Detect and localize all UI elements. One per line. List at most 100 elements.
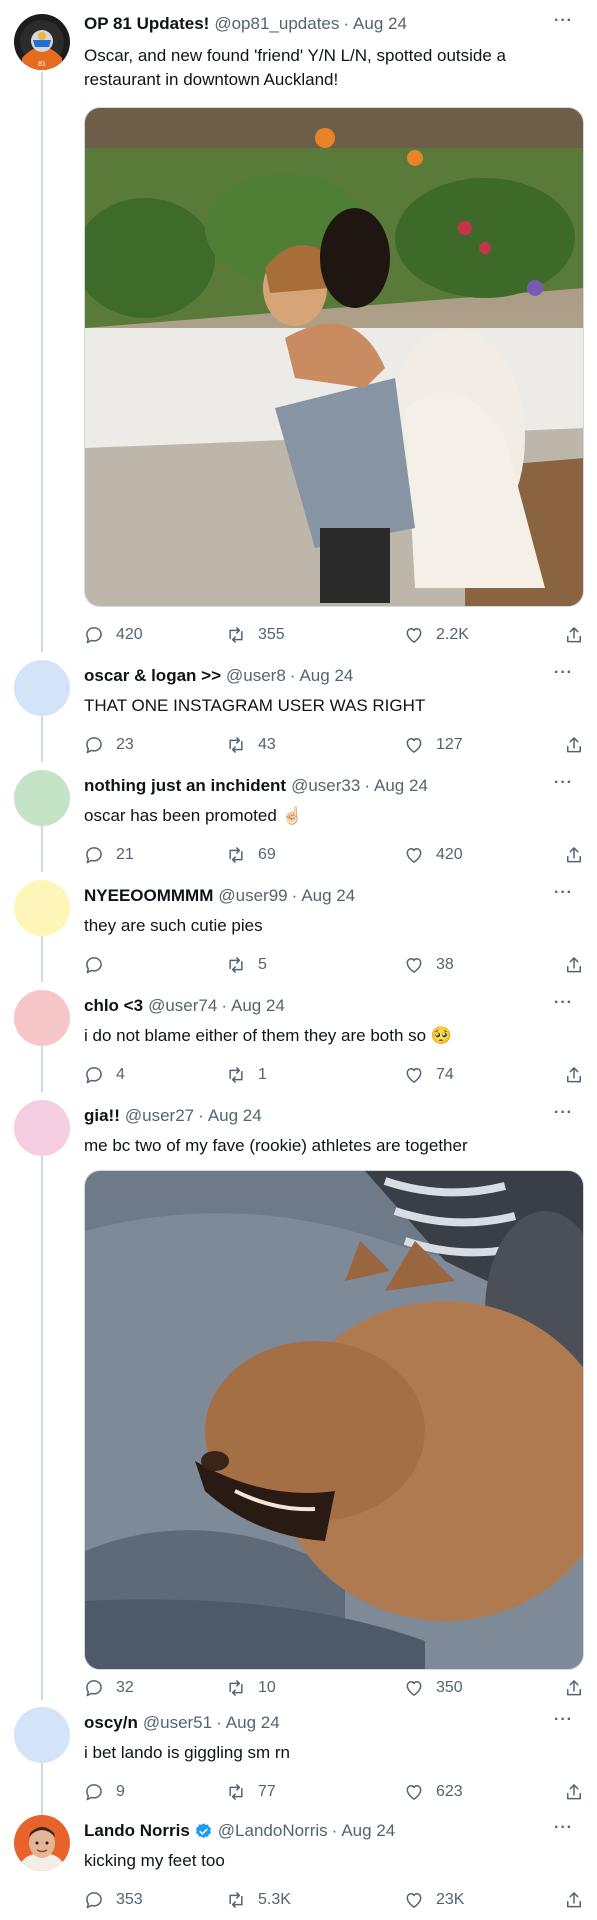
more-icon[interactable]: ··· bbox=[554, 775, 573, 791]
more-icon[interactable]: ··· bbox=[554, 885, 573, 901]
display-name[interactable]: gia!! bbox=[84, 1106, 120, 1126]
handle[interactable]: @user27 bbox=[125, 1106, 194, 1126]
tweet-gif[interactable] bbox=[84, 1170, 584, 1670]
timestamp[interactable]: Aug 24 bbox=[299, 666, 353, 686]
avatar[interactable] bbox=[14, 1100, 70, 1156]
like-button[interactable]: 38 bbox=[404, 953, 454, 977]
display-name[interactable]: oscy/n bbox=[84, 1713, 138, 1733]
tweet[interactable]: chlo <3 @user74 · Aug 24 ··· i do not bl… bbox=[0, 990, 597, 1100]
like-count: 23K bbox=[436, 1891, 465, 1908]
handle[interactable]: @user99 bbox=[218, 886, 287, 906]
tweet[interactable]: nothing just an inchident @user33 · Aug … bbox=[0, 770, 597, 880]
reply-button[interactable] bbox=[84, 953, 116, 977]
share-icon bbox=[567, 1892, 581, 1908]
retweet-button[interactable]: 5.3K bbox=[226, 1888, 291, 1912]
like-button[interactable]: 623 bbox=[404, 1780, 463, 1804]
tweet-photo[interactable] bbox=[84, 107, 584, 607]
handle[interactable]: @user33 bbox=[291, 776, 360, 796]
retweet-count: 43 bbox=[258, 736, 276, 753]
retweet-icon bbox=[229, 1784, 243, 1800]
retweet-button[interactable]: 77 bbox=[226, 1780, 276, 1804]
more-icon[interactable]: ··· bbox=[554, 1105, 573, 1121]
share-button[interactable] bbox=[564, 733, 584, 757]
timestamp[interactable]: Aug 24 bbox=[231, 996, 285, 1016]
share-button[interactable] bbox=[564, 953, 584, 977]
display-name[interactable]: Lando Norris bbox=[84, 1821, 190, 1841]
handle[interactable]: @op81_updates bbox=[214, 14, 339, 34]
display-name[interactable]: oscar & logan >> bbox=[84, 666, 221, 686]
retweet-count: 69 bbox=[258, 846, 276, 863]
separator: · bbox=[331, 1821, 338, 1840]
retweet-button[interactable]: 5 bbox=[226, 953, 267, 977]
reply-button[interactable]: 9 bbox=[84, 1780, 125, 1804]
reply-button[interactable]: 420 bbox=[84, 623, 143, 647]
avatar[interactable] bbox=[14, 990, 70, 1046]
avatar[interactable] bbox=[14, 770, 70, 826]
avatar[interactable] bbox=[14, 880, 70, 936]
timestamp[interactable]: Aug 24 bbox=[226, 1713, 280, 1733]
tweet[interactable]: NYEEOOMMMM @user99 · Aug 24 ··· they are… bbox=[0, 880, 597, 990]
more-icon[interactable]: ··· bbox=[554, 1820, 573, 1836]
like-count: 2.2K bbox=[436, 626, 469, 643]
handle[interactable]: @user74 bbox=[148, 996, 217, 1016]
tweet[interactable]: oscy/n @user51 · Aug 24 ··· i bet lando … bbox=[0, 1707, 597, 1815]
display-name[interactable]: chlo <3 bbox=[84, 996, 143, 1016]
avatar[interactable] bbox=[14, 1815, 70, 1871]
handle[interactable]: @LandoNorris bbox=[218, 1821, 328, 1841]
share-button[interactable] bbox=[564, 1780, 584, 1804]
timestamp[interactable]: Aug 24 bbox=[374, 776, 428, 796]
tweet[interactable]: gia!! @user27 · Aug 24 ··· me bc two of … bbox=[0, 1100, 597, 1705]
display-name[interactable]: NYEEOOMMMM bbox=[84, 886, 213, 906]
more-icon[interactable]: ··· bbox=[554, 995, 573, 1011]
like-button[interactable]: 23K bbox=[404, 1888, 464, 1912]
display-name[interactable]: OP 81 Updates! bbox=[84, 14, 209, 34]
reply-button[interactable]: 353 bbox=[84, 1888, 143, 1912]
reply-icon bbox=[86, 1067, 102, 1084]
avatar[interactable]: 81 bbox=[14, 14, 70, 70]
display-name[interactable]: nothing just an inchident bbox=[84, 776, 286, 796]
like-button[interactable]: 74 bbox=[404, 1063, 454, 1087]
timestamp[interactable]: Aug 24 bbox=[208, 1106, 262, 1126]
retweet-button[interactable]: 355 bbox=[226, 623, 285, 647]
couple-photo-image bbox=[85, 108, 583, 606]
share-button[interactable] bbox=[564, 843, 584, 867]
tweet[interactable]: Lando Norris @LandoNorris · Aug 24 ··· k… bbox=[0, 1815, 597, 1920]
tweet[interactable]: oscar & logan >> @user8 · Aug 24 ··· THA… bbox=[0, 660, 597, 770]
retweet-button[interactable]: 43 bbox=[226, 733, 276, 757]
timestamp[interactable]: Aug 24 bbox=[353, 14, 407, 34]
share-button[interactable] bbox=[564, 1676, 584, 1700]
heart-icon bbox=[406, 738, 422, 753]
reply-button[interactable]: 32 bbox=[84, 1676, 134, 1700]
like-button[interactable]: 127 bbox=[404, 733, 463, 757]
share-button[interactable] bbox=[564, 1888, 584, 1912]
handle[interactable]: @user8 bbox=[226, 666, 286, 686]
retweet-icon bbox=[229, 627, 243, 643]
timestamp[interactable]: Aug 24 bbox=[341, 1821, 395, 1841]
retweet-button[interactable]: 10 bbox=[226, 1676, 276, 1700]
handle[interactable]: @user51 bbox=[143, 1713, 212, 1733]
retweet-count: 5 bbox=[258, 956, 267, 973]
like-button[interactable]: 350 bbox=[404, 1676, 463, 1700]
avatar[interactable] bbox=[14, 1707, 70, 1763]
retweet-button[interactable]: 1 bbox=[226, 1063, 267, 1087]
share-icon bbox=[567, 1680, 581, 1696]
reply-button[interactable]: 21 bbox=[84, 843, 134, 867]
separator: · bbox=[364, 776, 371, 795]
like-button[interactable]: 2.2K bbox=[404, 623, 469, 647]
retweet-icon bbox=[229, 737, 243, 753]
op81-logo-avatar-icon: 81 bbox=[14, 14, 70, 70]
more-icon[interactable]: ··· bbox=[554, 1712, 573, 1728]
retweet-icon bbox=[229, 1680, 243, 1696]
more-icon[interactable]: ··· bbox=[554, 13, 573, 29]
retweet-button[interactable]: 69 bbox=[226, 843, 276, 867]
avatar[interactable] bbox=[14, 660, 70, 716]
share-button[interactable] bbox=[564, 623, 584, 647]
timestamp[interactable]: Aug 24 bbox=[301, 886, 355, 906]
like-button[interactable]: 420 bbox=[404, 843, 463, 867]
reply-count: 32 bbox=[116, 1679, 134, 1696]
share-button[interactable] bbox=[564, 1063, 584, 1087]
tweet[interactable]: 81 OP 81 Updates! @op81_updates · Aug 24… bbox=[0, 0, 597, 660]
reply-button[interactable]: 23 bbox=[84, 733, 134, 757]
reply-button[interactable]: 4 bbox=[84, 1063, 125, 1087]
more-icon[interactable]: ··· bbox=[554, 665, 573, 681]
